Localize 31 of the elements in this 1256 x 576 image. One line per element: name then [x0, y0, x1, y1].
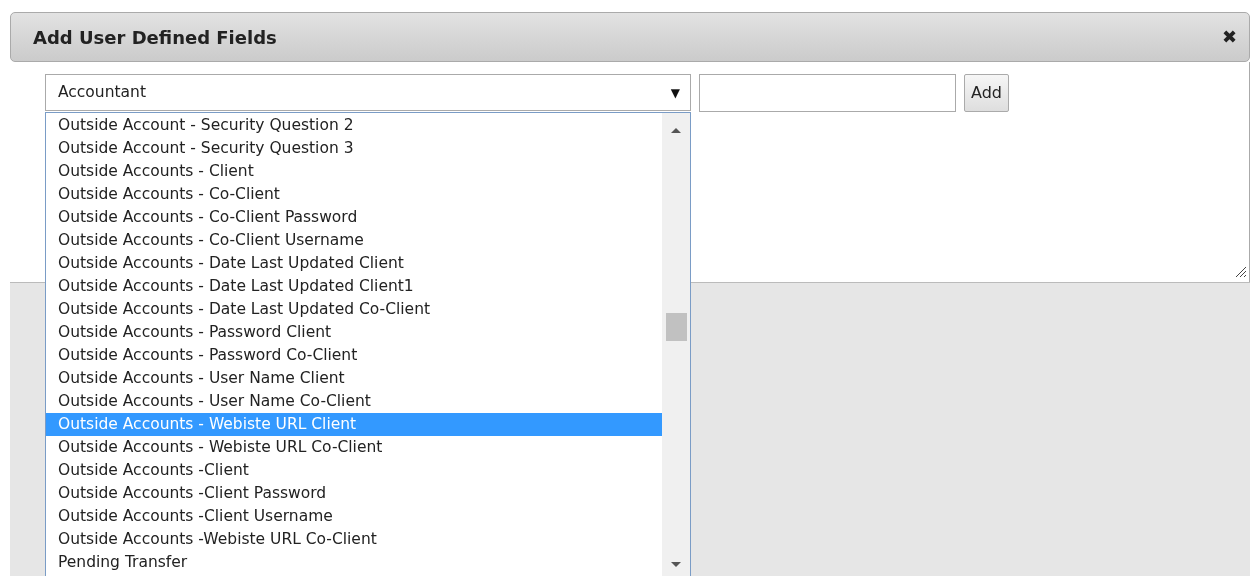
- add-button[interactable]: Add: [964, 74, 1009, 112]
- dialog-title: Add User Defined Fields: [33, 25, 277, 50]
- dropdown-option[interactable]: Outside Accounts - Co-Client: [46, 183, 662, 206]
- dropdown-option[interactable]: Outside Accounts - Password Client: [46, 321, 662, 344]
- dropdown-option[interactable]: Outside Accounts -Client Username: [46, 505, 662, 528]
- dropdown-option[interactable]: Outside Accounts - Date Last Updated Client: [46, 252, 662, 275]
- dropdown-option[interactable]: Outside Accounts - Date Last Updated Co-Client: [46, 298, 662, 321]
- dropdown-option[interactable]: Outside Accounts - Client: [46, 160, 662, 183]
- scrollbar[interactable]: [662, 113, 690, 576]
- scrollbar-thumb[interactable]: [666, 313, 687, 341]
- dropdown-option[interactable]: Outside Account - Security Question 2: [46, 114, 662, 137]
- dropdown-option[interactable]: Outside Accounts - Password Co-Client: [46, 344, 662, 367]
- dropdown-option[interactable]: Outside Accounts - User Name Co-Client: [46, 390, 662, 413]
- field-select[interactable]: Accountant ▼: [45, 74, 691, 111]
- dropdown-option[interactable]: Outside Accounts - Webiste URL Co-Client: [46, 436, 662, 459]
- select-value: Accountant: [58, 81, 146, 103]
- dropdown-option[interactable]: Outside Accounts -Client Password: [46, 482, 662, 505]
- dropdown-arrow-icon: ▼: [670, 83, 680, 102]
- dropdown-option[interactable]: Outside Accounts - Co-Client Password: [46, 206, 662, 229]
- scroll-up-icon[interactable]: [669, 126, 683, 134]
- dropdown-option[interactable]: Outside Accounts -Webiste URL Co-Client: [46, 528, 662, 551]
- dropdown-option[interactable]: Outside Accounts - Date Last Updated Client1: [46, 275, 662, 298]
- dropdown-option[interactable]: Pending Transfer: [46, 551, 662, 574]
- dropdown-option[interactable]: Outside Accounts -Client: [46, 459, 662, 482]
- dropdown-option[interactable]: Outside Accounts - User Name Client: [46, 367, 662, 390]
- dropdown-option[interactable]: Outside Account - Security Question 3: [46, 137, 662, 160]
- scroll-down-icon[interactable]: [669, 561, 683, 569]
- dropdown-option[interactable]: Outside Accounts - Co-Client Username: [46, 229, 662, 252]
- close-button[interactable]: ✖: [1221, 28, 1237, 46]
- resize-grip-icon[interactable]: [1235, 266, 1247, 278]
- input-field[interactable]: [699, 74, 956, 112]
